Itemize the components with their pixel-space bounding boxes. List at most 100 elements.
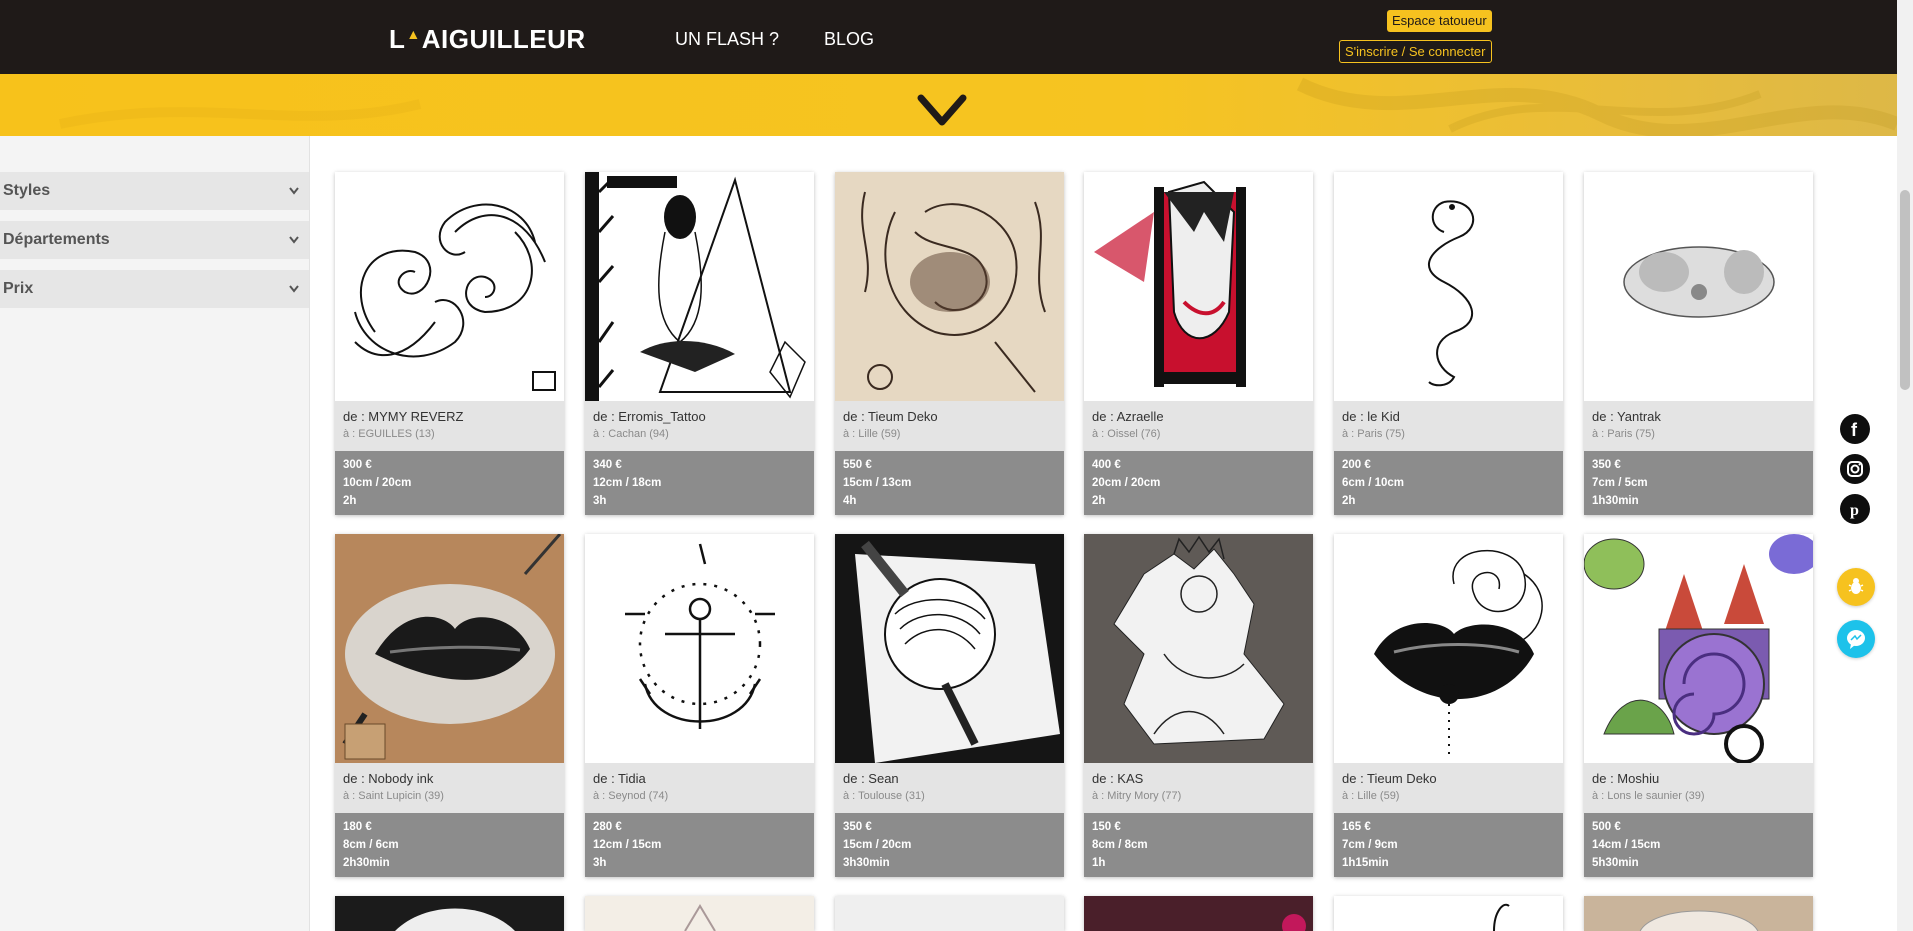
flash-card[interactable]: de : MYMY REVERZ à : EGUILLES (13) 300 €…	[335, 172, 564, 515]
flash-image	[585, 534, 814, 763]
flash-card-partial[interactable]	[335, 896, 564, 931]
card-size: 12cm / 18cm	[593, 477, 662, 489]
flash-card[interactable]: de : Sean à : Toulouse (31) 350 € 15cm /…	[835, 534, 1064, 877]
flash-image	[1584, 172, 1813, 401]
flash-image	[585, 172, 814, 401]
filter-label: Styles	[3, 182, 51, 199]
flash-card-partial[interactable]	[1334, 896, 1563, 931]
chevron-down-icon	[289, 285, 299, 293]
page-scrollbar[interactable]	[1897, 0, 1913, 931]
card-meta: de : Azraelle à : Oissel (76)	[1084, 401, 1313, 451]
card-price-block: 550 € 15cm / 13cm 4h	[835, 451, 1064, 515]
card-price-block: 165 € 7cm / 9cm 1h15min	[1334, 813, 1563, 877]
card-meta: de : Nobody ink à : Saint Lupicin (39)	[335, 763, 564, 813]
filter-label: Départements	[3, 231, 110, 248]
card-duration: 1h30min	[1592, 495, 1639, 507]
card-meta: de : Erromis_Tattoo à : Cachan (94)	[585, 401, 814, 451]
card-price-block: 340 € 12cm / 18cm 3h	[585, 451, 814, 515]
card-duration: 1h	[1092, 857, 1106, 869]
card-meta: de : le Kid à : Paris (75)	[1334, 401, 1563, 451]
card-price: 300 €	[343, 459, 372, 471]
card-duration: 5h30min	[1592, 857, 1639, 869]
card-meta: de : MYMY REVERZ à : EGUILLES (13)	[335, 401, 564, 451]
card-price: 165 €	[1342, 821, 1371, 833]
card-meta: de : Tieum Deko à : Lille (59)	[1334, 763, 1563, 813]
login-button[interactable]: S'inscrire / Se connecter	[1339, 40, 1492, 63]
card-size: 7cm / 5cm	[1592, 477, 1648, 489]
card-duration: 2h	[1342, 495, 1356, 507]
card-author: de : Tieum Deko	[843, 409, 938, 424]
flash-card-partial[interactable]	[835, 896, 1064, 931]
card-city: à : Lille (59)	[1342, 790, 1400, 802]
card-size: 8cm / 6cm	[343, 839, 399, 851]
card-price-block: 280 € 12cm / 15cm 3h	[585, 813, 814, 877]
flash-card[interactable]: de : Tieum Deko à : Lille (59) 550 € 15c…	[835, 172, 1064, 515]
card-price-block: 300 € 10cm / 20cm 2h	[335, 451, 564, 515]
card-size: 15cm / 13cm	[843, 477, 912, 489]
card-author: de : Azraelle	[1092, 409, 1164, 424]
card-price: 500 €	[1592, 821, 1621, 833]
flash-card[interactable]: de : Moshiu à : Lons le saunier (39) 500…	[1584, 534, 1813, 877]
card-meta: de : Tidia à : Seynod (74)	[585, 763, 814, 813]
card-author: de : KAS	[1092, 771, 1144, 786]
flash-image	[1334, 172, 1563, 401]
espace-tatoueur-button[interactable]: Espace tatoueur	[1387, 10, 1492, 32]
card-city: à : Paris (75)	[1342, 428, 1405, 440]
card-duration: 3h30min	[843, 857, 890, 869]
filter-label: Prix	[3, 280, 34, 297]
bug-report-icon[interactable]	[1837, 568, 1875, 606]
flash-card[interactable]: de : Tieum Deko à : Lille (59) 165 € 7cm…	[1334, 534, 1563, 877]
flash-card[interactable]: de : Nobody ink à : Saint Lupicin (39) 1…	[335, 534, 564, 877]
card-size: 8cm / 8cm	[1092, 839, 1148, 851]
flash-card-partial[interactable]	[1084, 896, 1313, 931]
card-author: de : Yantrak	[1592, 409, 1661, 424]
card-duration: 2h	[1092, 495, 1106, 507]
card-size: 12cm / 15cm	[593, 839, 662, 851]
card-price: 550 €	[843, 459, 872, 471]
card-price-block: 500 € 14cm / 15cm 5h30min	[1584, 813, 1813, 877]
card-city: à : Toulouse (31)	[843, 790, 925, 802]
flash-image	[1084, 172, 1313, 401]
site-logo[interactable]: L▲AIGUILLEUR	[389, 24, 586, 55]
flash-image	[1584, 534, 1813, 763]
nav-un-flash[interactable]: UN FLASH ?	[675, 29, 779, 50]
filter-prix[interactable]: Prix	[0, 270, 309, 308]
facebook-icon[interactable]: f	[1840, 414, 1870, 444]
flash-card[interactable]: de : Tidia à : Seynod (74) 280 € 12cm / …	[585, 534, 814, 877]
card-duration: 2h	[343, 495, 357, 507]
flash-card[interactable]: de : Azraelle à : Oissel (76) 400 € 20cm…	[1084, 172, 1313, 515]
pinterest-icon[interactable]: p	[1840, 494, 1870, 524]
card-meta: de : Tieum Deko à : Lille (59)	[835, 401, 1064, 451]
instagram-icon[interactable]	[1840, 454, 1870, 484]
card-price-block: 200 € 6cm / 10cm 2h	[1334, 451, 1563, 515]
flash-card[interactable]: de : Erromis_Tattoo à : Cachan (94) 340 …	[585, 172, 814, 515]
flash-image	[335, 172, 564, 401]
card-author: de : MYMY REVERZ	[343, 409, 464, 424]
scrollbar-thumb[interactable]	[1900, 190, 1910, 390]
card-author: de : Nobody ink	[343, 771, 434, 786]
card-price: 350 €	[843, 821, 872, 833]
logo-drop-icon: ▲	[406, 26, 421, 42]
flash-card-partial[interactable]	[585, 896, 814, 931]
messenger-icon[interactable]	[1837, 620, 1875, 658]
flash-card[interactable]: de : le Kid à : Paris (75) 200 € 6cm / 1…	[1334, 172, 1563, 515]
card-city: à : Oissel (76)	[1092, 428, 1161, 440]
card-size: 20cm / 20cm	[1092, 477, 1161, 489]
card-author: de : Tidia	[593, 771, 646, 786]
card-duration: 2h30min	[343, 857, 390, 869]
card-city: à : Lons le saunier (39)	[1592, 790, 1705, 802]
card-price-block: 350 € 7cm / 5cm 1h30min	[1584, 451, 1813, 515]
scroll-down-chevron-icon[interactable]	[917, 94, 967, 128]
filter-styles[interactable]: Styles	[0, 172, 309, 210]
card-author: de : Erromis_Tattoo	[593, 409, 706, 424]
card-price: 180 €	[343, 821, 372, 833]
card-city: à : Cachan (94)	[593, 428, 669, 440]
card-meta: de : Yantrak à : Paris (75)	[1584, 401, 1813, 451]
card-duration: 1h15min	[1342, 857, 1389, 869]
filter-departements[interactable]: Départements	[0, 221, 309, 259]
flash-card[interactable]: de : KAS à : Mitry Mory (77) 150 € 8cm /…	[1084, 534, 1313, 877]
nav-blog[interactable]: BLOG	[824, 29, 874, 50]
card-price: 400 €	[1092, 459, 1121, 471]
flash-card-partial[interactable]	[1584, 896, 1813, 931]
flash-card[interactable]: de : Yantrak à : Paris (75) 350 € 7cm / …	[1584, 172, 1813, 515]
